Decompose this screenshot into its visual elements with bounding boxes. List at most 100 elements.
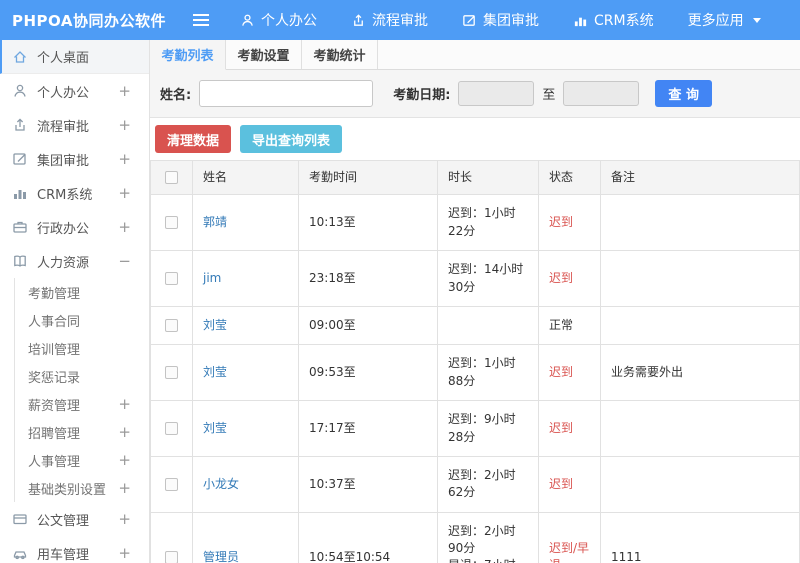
sidebar-subitem-reward-punishment[interactable]: 奖惩记录 xyxy=(15,362,149,390)
sidebar-subitem-label: 培训管理 xyxy=(28,342,81,358)
row-checkbox[interactable] xyxy=(165,271,178,285)
sidebar-item-personal-desktop[interactable]: 个人桌面 xyxy=(0,40,149,74)
clean-data-button[interactable]: 清理数据 xyxy=(155,125,232,153)
sidebar-subitem-attendance-management[interactable]: 考勤管理 xyxy=(15,278,149,306)
expand-plus-icon[interactable]: + xyxy=(118,544,131,562)
sidebar-subitem-personnel-management[interactable]: 人事管理 + xyxy=(15,446,149,474)
expand-plus-icon[interactable]: + xyxy=(118,423,131,441)
topnav-item-label: 更多应用 xyxy=(687,13,744,29)
sidebar-subitem-label: 奖惩记录 xyxy=(28,370,81,386)
query-button[interactable]: 查 询 xyxy=(655,80,712,107)
app-title: PHPOA协同办公软件 xyxy=(12,11,166,30)
duration-text: 迟到：2小时90分 xyxy=(448,523,516,556)
app-window: PHPOA协同办公软件 个人办公 流程审批 集团审批 CRM系统 更多应用 个人… xyxy=(0,0,800,563)
employee-name-link[interactable]: jim xyxy=(203,271,221,285)
export-query-list-button[interactable]: 导出查询列表 xyxy=(240,125,343,153)
tab-attendance-settings[interactable]: 考勤设置 xyxy=(226,40,302,69)
sidebar-item-label: 公文管理 xyxy=(37,513,90,529)
table-row: 郭靖 10:13至 迟到：1小时22分 迟到 xyxy=(150,194,800,252)
topnav-item-process-approval[interactable]: 流程审批 xyxy=(351,10,428,30)
main-panel: 考勤列表 考勤设置 考勤统计 姓名: 考勤日期: 至 查 询 清理数据 导出查询… xyxy=(150,40,800,563)
row-checkbox[interactable] xyxy=(165,318,178,332)
expand-plus-icon[interactable]: + xyxy=(118,395,131,413)
duration-text: 迟到：2小时62分 xyxy=(448,467,516,500)
search-bar: 姓名: 考勤日期: 至 查 询 xyxy=(150,70,800,118)
expand-plus-icon[interactable]: + xyxy=(118,510,131,528)
row-checkbox[interactable] xyxy=(165,421,178,435)
row-checkbox[interactable] xyxy=(165,216,178,230)
sidebar-item-hr[interactable]: 人力资源 − xyxy=(0,244,149,278)
sidebar-subitem-label: 人事合同 xyxy=(28,314,81,330)
status-text: 迟到 xyxy=(538,194,601,252)
sidebar-subitem-training-management[interactable]: 培训管理 xyxy=(15,334,149,362)
expand-plus-icon[interactable]: + xyxy=(118,479,131,497)
sidebar-subitem-salary-management[interactable]: 薪资管理 + xyxy=(15,390,149,418)
tab-attendance-stats[interactable]: 考勤统计 xyxy=(302,40,378,69)
collapse-minus-icon[interactable]: − xyxy=(118,252,131,270)
table-row: 刘莹 17:17至 迟到：9小时28分 迟到 xyxy=(150,400,800,457)
sidebar-subitem-label: 薪资管理 xyxy=(28,398,81,414)
expand-plus-icon[interactable]: + xyxy=(118,116,131,134)
expand-plus-icon[interactable]: + xyxy=(118,150,131,168)
expand-plus-icon[interactable]: + xyxy=(118,451,131,469)
sidebar-subitem-label: 招聘管理 xyxy=(28,426,81,442)
employee-name-link[interactable]: 刘莹 xyxy=(203,421,227,435)
sidebar-item-admin-office[interactable]: 行政办公 + xyxy=(0,210,149,244)
employee-name-link[interactable]: 刘莹 xyxy=(203,318,227,332)
row-checkbox[interactable] xyxy=(165,477,178,491)
topbar: PHPOA协同办公软件 个人办公 流程审批 集团审批 CRM系统 更多应用 xyxy=(0,0,800,40)
car-icon xyxy=(12,545,29,561)
status-text: 迟到 xyxy=(538,344,601,402)
date-from-input[interactable] xyxy=(458,81,535,106)
expand-plus-icon[interactable]: + xyxy=(118,82,131,100)
sidebar-subitem-hr-contract[interactable]: 人事合同 xyxy=(15,306,149,334)
person-icon xyxy=(240,13,255,28)
sidebar-subitem-recruit-management[interactable]: 招聘管理 + xyxy=(15,418,149,446)
edit-icon xyxy=(12,151,29,167)
name-search-input[interactable] xyxy=(199,80,374,107)
home-icon xyxy=(12,49,29,65)
status-text: 迟到/早退 xyxy=(538,511,601,563)
employee-name-link[interactable]: 管理员 xyxy=(203,550,239,563)
expand-plus-icon[interactable]: + xyxy=(118,218,131,236)
expand-plus-icon[interactable]: + xyxy=(118,184,131,202)
sidebar: 个人桌面 个人办公 + 流程审批 + 集团审批 + CRM系统 + 行政办公 +… xyxy=(0,40,150,563)
date-field-label: 考勤日期: xyxy=(393,88,451,103)
sidebar-item-crm[interactable]: CRM系统 + xyxy=(0,176,149,210)
topnav-item-label: 个人办公 xyxy=(261,13,317,29)
employee-name-link[interactable]: 郭靖 xyxy=(203,215,227,229)
sidebar-item-process-approval[interactable]: 流程审批 + xyxy=(0,108,149,142)
topnav-item-personal-office[interactable]: 个人办公 xyxy=(240,10,317,30)
sidebar-subitem-base-category-settings[interactable]: 基础类别设置 + xyxy=(15,474,149,502)
col-header-name: 姓名 xyxy=(192,159,299,196)
topnav-item-group-approval[interactable]: 集团审批 xyxy=(462,10,539,30)
date-to-input[interactable] xyxy=(563,81,640,106)
status-text: 迟到 xyxy=(538,455,601,513)
table-row: 小龙女 10:37至 迟到：2小时62分 迟到 xyxy=(150,455,800,513)
menu-toggle-icon[interactable] xyxy=(192,13,210,27)
attendance-time: 10:37至 xyxy=(298,455,438,513)
table-row: 管理员 10:54至10:54 迟到：2小时90分 早退：7小时10分 迟到/早… xyxy=(150,511,800,563)
document-icon xyxy=(12,511,29,527)
employee-name-link[interactable]: 小龙女 xyxy=(203,477,239,491)
sidebar-subitem-label: 考勤管理 xyxy=(28,286,81,302)
employee-name-link[interactable]: 刘莹 xyxy=(203,365,227,379)
topnav-item-more-apps[interactable]: 更多应用 xyxy=(688,10,761,30)
tab-attendance-list[interactable]: 考勤列表 xyxy=(150,40,226,70)
table-row: 刘莹 09:53至 迟到：1小时88分 迟到 业务需要外出 xyxy=(150,344,800,402)
sidebar-item-label: 个人桌面 xyxy=(37,51,90,66)
sidebar-item-group-approval[interactable]: 集团审批 + xyxy=(0,142,149,176)
topnav-item-crm[interactable]: CRM系统 xyxy=(573,10,654,30)
duration-text: 迟到：14小时30分 xyxy=(448,262,524,294)
attendance-table: 姓名 考勤时间 时长 状态 备注 郭靖 10:13至 迟到：1小时22分 迟到 … xyxy=(150,159,800,563)
sidebar-item-label: 行政办公 xyxy=(37,221,90,237)
sidebar-item-vehicle-management[interactable]: 用车管理 + xyxy=(0,536,149,563)
status-text: 迟到 xyxy=(538,400,601,457)
row-checkbox[interactable] xyxy=(165,366,178,380)
row-checkbox[interactable] xyxy=(165,550,178,563)
sidebar-item-document-management[interactable]: 公文管理 + xyxy=(0,502,149,536)
sidebar-item-personal-office[interactable]: 个人办公 + xyxy=(0,74,149,108)
sidebar-subitem-label: 人事管理 xyxy=(28,454,81,470)
attendance-time: 10:54至10:54 xyxy=(298,511,438,563)
select-all-checkbox[interactable] xyxy=(165,171,178,184)
